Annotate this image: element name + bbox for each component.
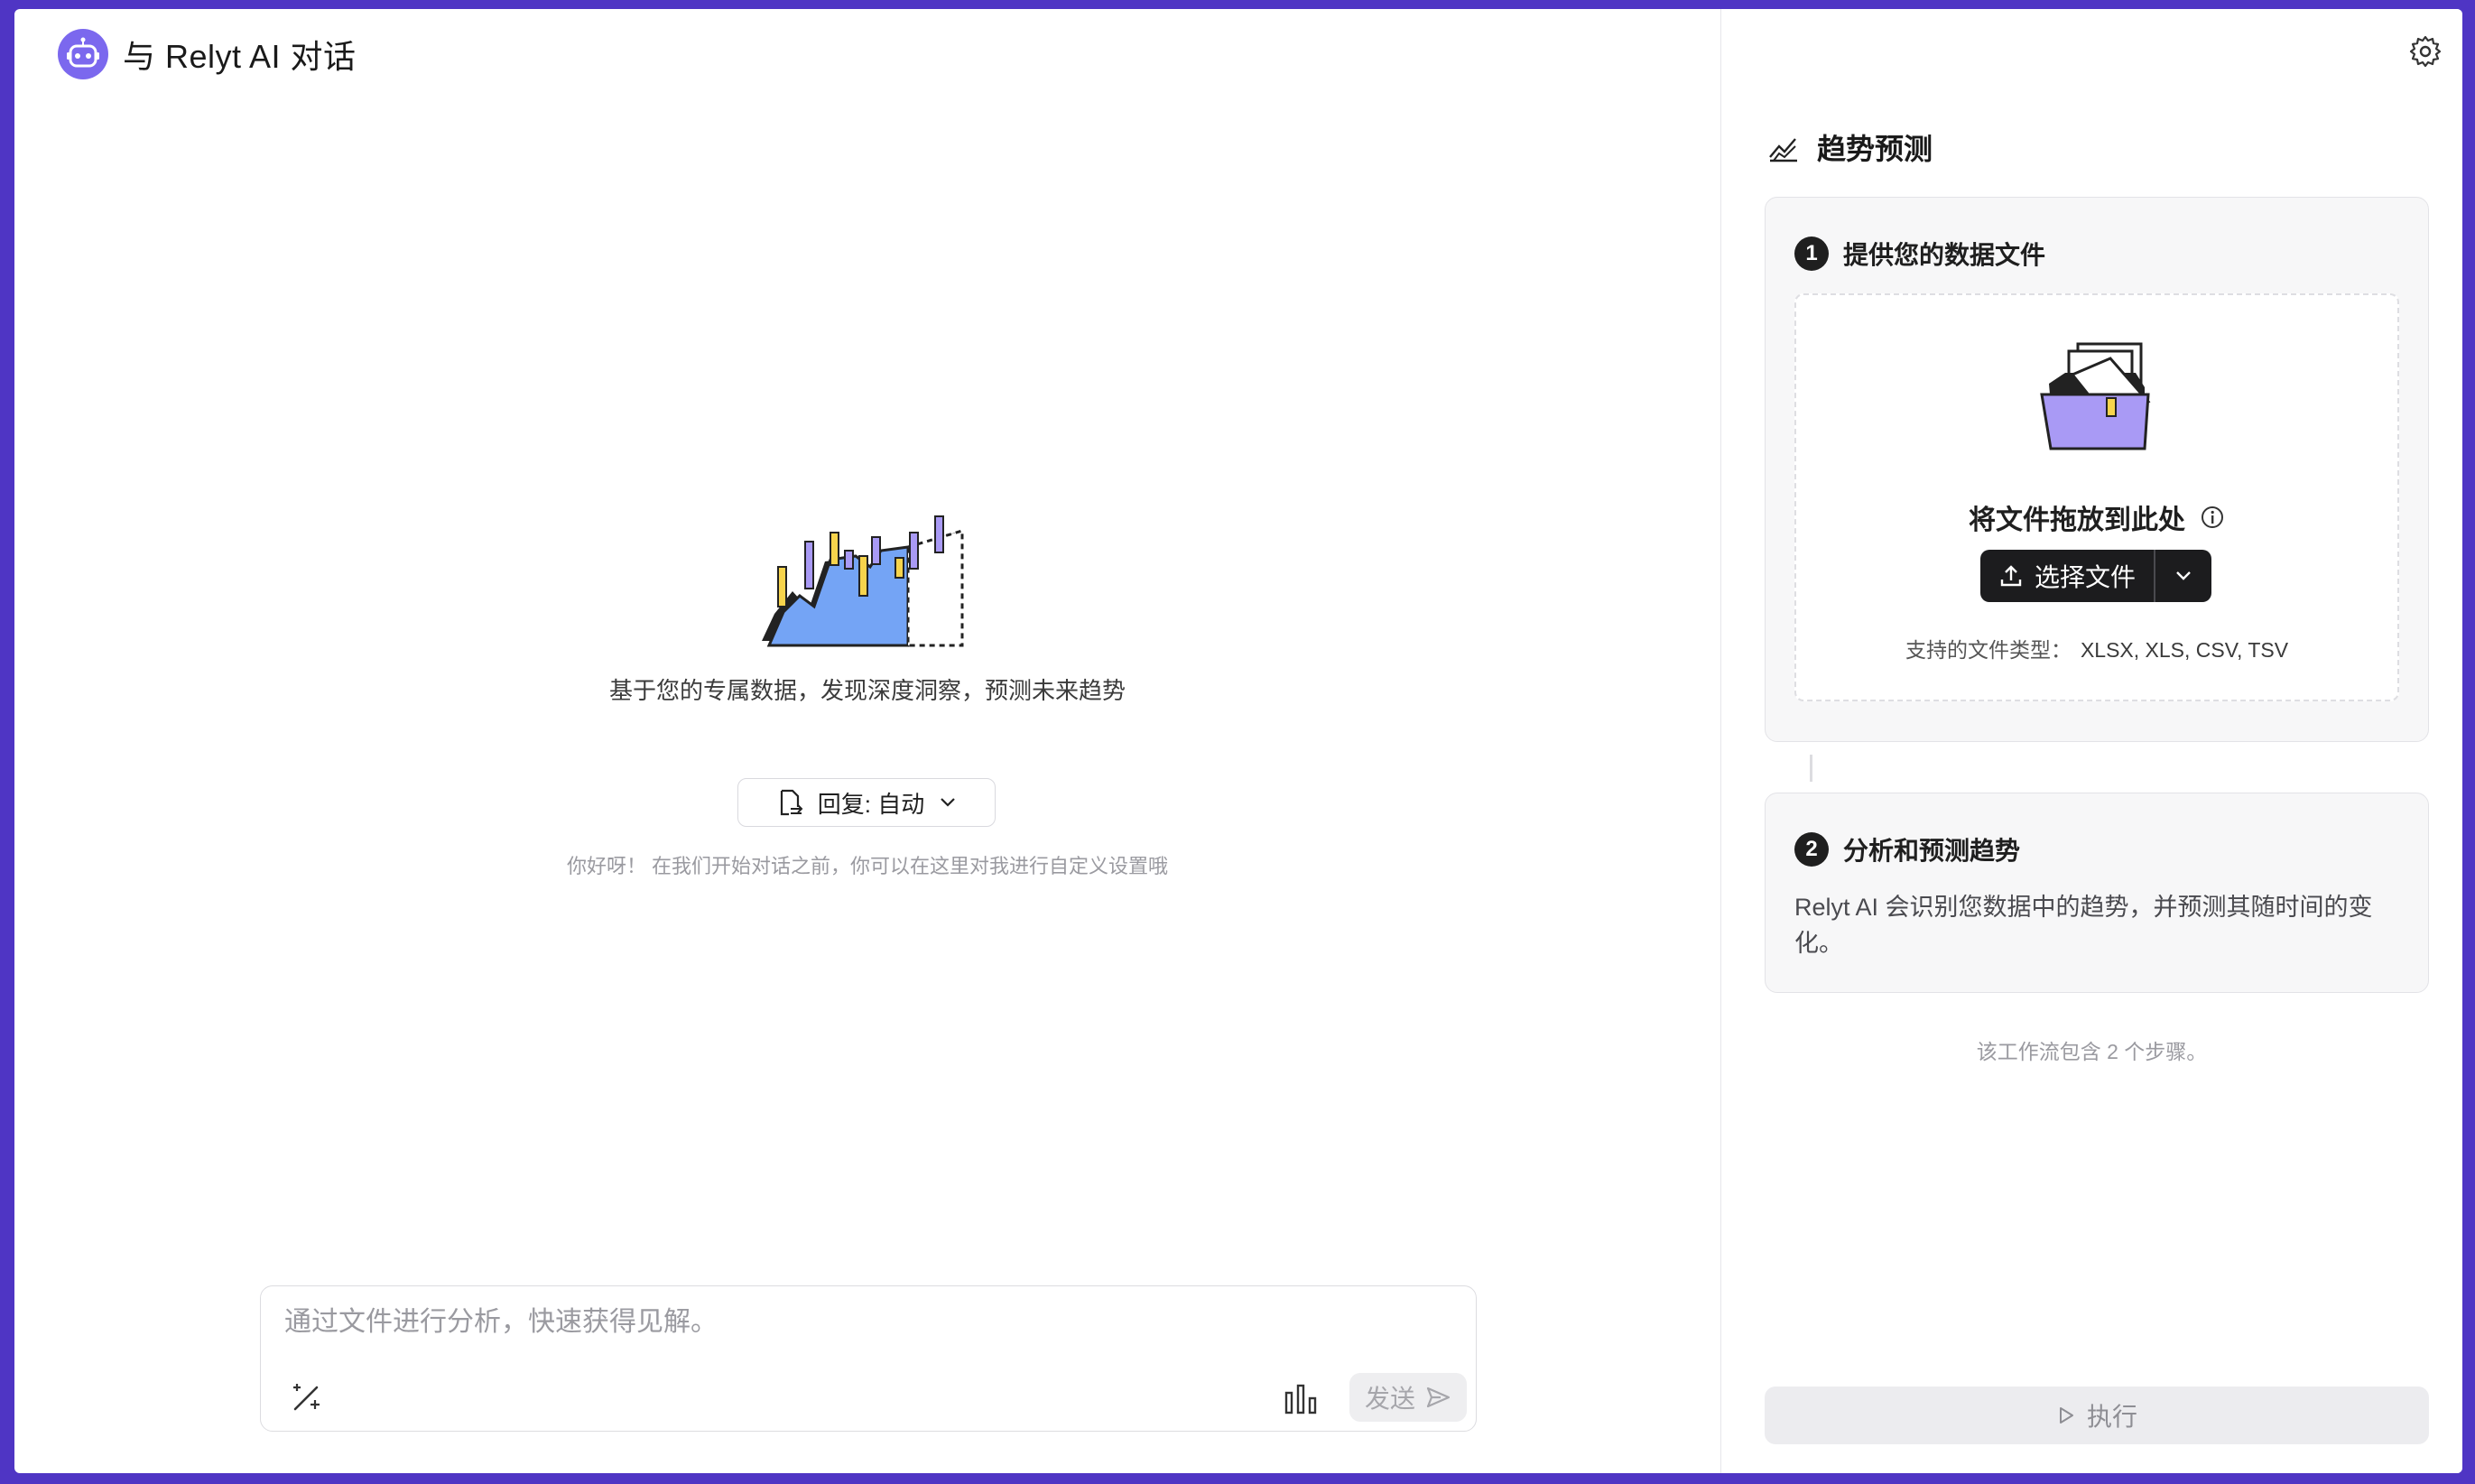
chevron-down-icon — [941, 798, 955, 807]
choose-file-button[interactable]: 选择文件 — [1980, 550, 2154, 602]
file-dropzone[interactable]: 将文件拖放到此处 选择文件 支持的文件类型： XLSX, XLS, CSV, T… — [1794, 293, 2399, 701]
dropzone-title-label: 将文件拖放到此处 — [1969, 505, 2185, 535]
page-title: 与 Relyt AI 对话 — [123, 38, 357, 75]
chat-pane: 与 Relyt AI 对话 基于您的专属数据，发现深度洞察，预测未来趋势 回复:… — [14, 9, 1720, 1473]
workflow-panel: 趋势预测 1 提供您的数据文件 将文件拖放到此处 选择文件 支持的文件类型： X… — [1720, 9, 2462, 1473]
gear-icon[interactable] — [2408, 34, 2443, 69]
robot-icon — [58, 29, 108, 79]
trend-chart-illustration — [762, 515, 964, 647]
formats-label: 支持的文件类型： — [1905, 638, 2072, 662]
step-2-number: 2 — [1794, 832, 1829, 867]
step-1-header: 1 提供您的数据文件 — [1794, 236, 2045, 272]
supported-formats: 支持的文件类型： XLSX, XLS, CSV, TSV — [1796, 633, 2397, 663]
bar-chart-icon[interactable] — [1283, 1380, 1319, 1416]
step-2-card: 2 分析和预测趋势 Relyt AI 会识别您数据中的趋势，并预测其随时间的变化… — [1765, 793, 2429, 993]
send-button[interactable]: 发送 — [1349, 1373, 1467, 1422]
workflow-title: 趋势预测 — [1766, 126, 1933, 168]
chat-header: 与 Relyt AI 对话 — [58, 29, 357, 79]
choose-file-dropdown[interactable] — [2155, 550, 2211, 602]
app-window: 与 Relyt AI 对话 基于您的专属数据，发现深度洞察，预测未来趋势 回复:… — [14, 9, 2462, 1473]
tagline: 基于您的专属数据，发现深度洞察，预测未来趋势 — [608, 677, 1126, 704]
send-icon — [1426, 1387, 1451, 1408]
formats-list: XLSX, XLS, CSV, TSV — [2080, 638, 2289, 662]
message-input[interactable] — [283, 1306, 1369, 1339]
upload-icon — [2000, 565, 2022, 587]
info-icon[interactable] — [2200, 505, 2225, 530]
step-2-description: Relyt AI 会识别您数据中的趋势，并预测其随时间的变化。 — [1794, 894, 2373, 957]
play-icon — [2059, 1407, 2073, 1424]
step-2-header: 2 分析和预测趋势 — [1794, 831, 2020, 867]
run-button[interactable]: 执行 — [1765, 1387, 2429, 1444]
dropzone-title: 将文件拖放到此处 — [1796, 497, 2397, 537]
step-connector — [1810, 755, 1812, 782]
reply-mode-dropdown[interactable]: 回复: 自动 — [737, 778, 996, 827]
step-1-title: 提供您的数据文件 — [1843, 241, 2046, 269]
message-composer: 发送 — [260, 1285, 1477, 1432]
trend-chart-icon — [1769, 138, 1797, 162]
steps-count-note: 该工作流包含 2 个步骤。 — [1976, 1040, 2208, 1063]
chevron-down-icon — [2176, 571, 2191, 580]
magic-wand-icon[interactable] — [290, 1380, 324, 1414]
choose-file-label: 选择文件 — [2034, 563, 2136, 591]
document-swap-icon — [780, 789, 803, 816]
workflow-title-label: 趋势预测 — [1817, 133, 1933, 165]
folder-icon — [2040, 342, 2151, 450]
reply-mode-label: 回复: 自动 — [817, 790, 925, 818]
run-label: 执行 — [2086, 1403, 2137, 1431]
step-1-card: 1 提供您的数据文件 将文件拖放到此处 选择文件 支持的文件类型： XLSX, … — [1765, 197, 2429, 742]
choose-file-button-group: 选择文件 — [1980, 550, 2211, 602]
step-2-title: 分析和预测趋势 — [1843, 837, 2021, 865]
send-label: 发送 — [1364, 1385, 1415, 1413]
customization-hint: 你好呀！ 在我们开始对话之前，你可以在这里对我进行自定义设置哦 — [566, 855, 1169, 877]
step-1-number: 1 — [1794, 237, 1829, 271]
